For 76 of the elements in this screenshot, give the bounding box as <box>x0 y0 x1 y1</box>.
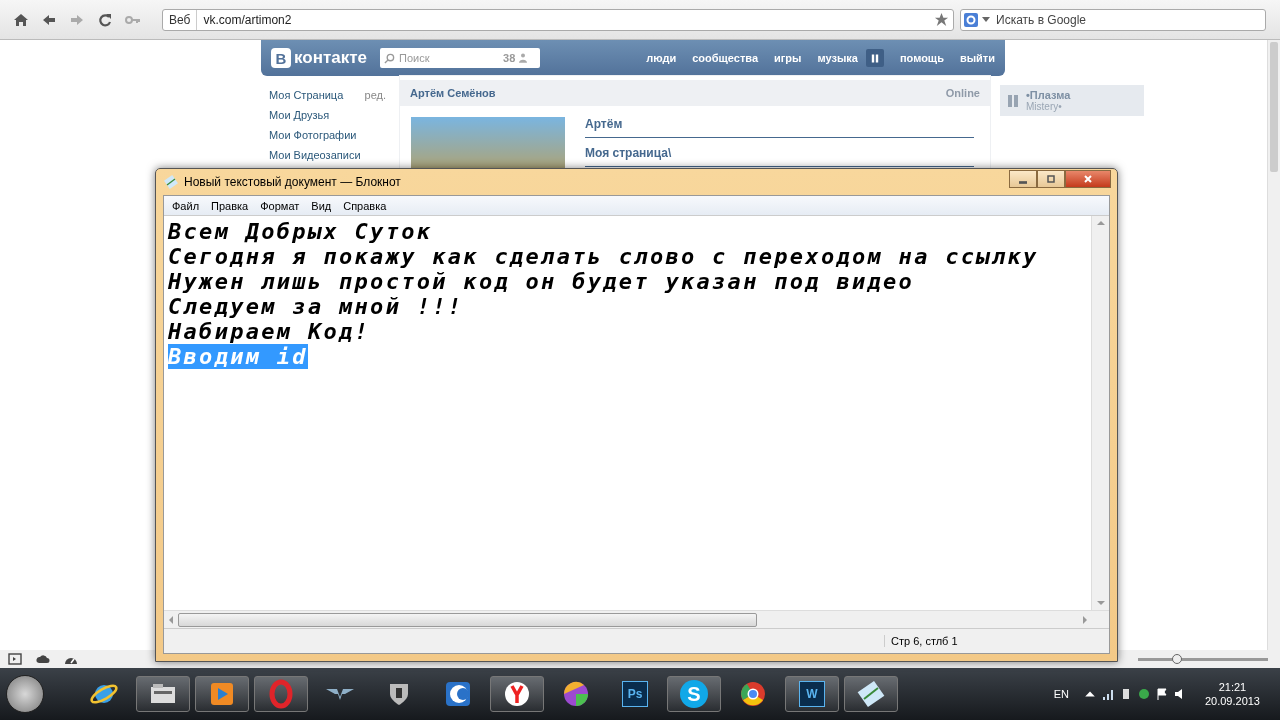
app-round-icon: S <box>680 680 708 708</box>
zoom-slider[interactable] <box>1138 657 1268 661</box>
taskbar-button[interactable]: W <box>785 676 839 712</box>
sidebar-link[interactable]: Мои Друзья <box>269 109 330 121</box>
caret-icon[interactable] <box>982 16 990 23</box>
profile-field: Моя страница\ <box>585 146 974 167</box>
network-status-icon[interactable] <box>1137 688 1150 700</box>
person-icon <box>519 53 528 63</box>
status-text: Стр 6, стлб 1 <box>884 635 958 647</box>
app-tile-icon: Ps <box>622 681 648 707</box>
text-line: Набираем Код! <box>168 319 371 344</box>
minimize-button[interactable] <box>1009 170 1037 188</box>
pause-button[interactable] <box>865 49 884 67</box>
page-scrollbar[interactable] <box>1267 40 1280 650</box>
panel-icon[interactable] <box>8 653 22 665</box>
language-indicator[interactable]: EN <box>1053 688 1069 700</box>
minimize-icon <box>1019 180 1027 184</box>
taskbar-button[interactable] <box>844 676 898 712</box>
search-input[interactable]: Искать в Google <box>996 12 1196 27</box>
maximize-icon <box>1046 174 1056 184</box>
nav-link[interactable]: выйти <box>959 52 995 64</box>
nav-link[interactable]: сообщества <box>692 52 758 64</box>
cloud-icon[interactable] <box>36 653 50 665</box>
search-field[interactable]: Искать в Google <box>960 8 1266 31</box>
search-icon <box>384 52 395 64</box>
logo-text[interactable]: контакте <box>294 48 367 68</box>
track-artist: Mistery• <box>1026 101 1063 112</box>
text-line: Сегодня я покажу как сделать слово с переходом на ссылку <box>168 244 1039 269</box>
sidebar-link[interactable]: Мои Фотографии <box>269 129 357 141</box>
close-icon <box>1083 174 1093 184</box>
maximize-button[interactable] <box>1037 170 1065 188</box>
crescent-icon <box>443 679 473 709</box>
profile-name: Артём Семёнов <box>410 87 496 99</box>
nav-link[interactable]: помощь <box>899 52 944 64</box>
nav-link[interactable]: игры <box>774 52 802 64</box>
menu-item[interactable]: Вид <box>305 199 338 212</box>
reload-icon[interactable] <box>97 11 113 28</box>
wings-icon <box>326 688 354 700</box>
sidebar-link[interactable]: Моя Страница <box>269 89 344 101</box>
close-button[interactable] <box>1065 170 1111 188</box>
app-tile-icon: W <box>799 681 825 707</box>
ball-icon <box>561 679 591 709</box>
nav-link[interactable]: люди <box>646 52 677 64</box>
menu-item[interactable]: Справка <box>337 199 393 212</box>
clock-date[interactable]: 20.09.2013 <box>1204 694 1260 708</box>
taskbar-button[interactable]: Ps <box>608 676 662 712</box>
track-title: •Плазма <box>1026 89 1071 101</box>
address-badge: Веб <box>163 9 198 30</box>
search-engine-icon[interactable] <box>964 12 978 27</box>
url-text: vk.com/artimon2 <box>202 12 293 27</box>
star-icon[interactable] <box>934 12 949 27</box>
address-field[interactable]: Веб vk.com/artimon2 <box>162 8 954 31</box>
online-status: Online <box>945 87 980 99</box>
sidebar-link[interactable]: Мои Видеозаписи <box>269 149 361 161</box>
flag-icon[interactable] <box>1155 688 1168 700</box>
menu-item[interactable]: Формат <box>254 199 306 212</box>
text-line: Следуем за мной !!! <box>168 294 464 319</box>
pause-icon <box>870 53 879 63</box>
wheel-icon <box>738 679 768 709</box>
home-icon[interactable] <box>13 11 29 28</box>
menu-item[interactable]: Правка <box>205 199 255 212</box>
circle-icon <box>502 679 532 709</box>
edit-link[interactable]: ред. <box>364 89 386 101</box>
text-line: Всем Добрых Суток <box>168 219 433 244</box>
menu-item[interactable]: Файл <box>166 199 206 212</box>
taskbar-button[interactable] <box>490 676 544 712</box>
clock-time[interactable]: 21:21 <box>1218 680 1247 694</box>
nav-link[interactable]: музыка <box>817 52 858 64</box>
profile-field: Артём <box>585 117 974 138</box>
signal-bars-icon[interactable] <box>1101 688 1114 700</box>
online-count: 38 <box>503 52 516 64</box>
text-line: Нужен лишь простой код он будет указан под видео <box>168 269 915 294</box>
start-button[interactable] <box>6 675 44 713</box>
taskbar-button[interactable] <box>136 676 190 712</box>
logo-letter[interactable]: В <box>271 48 291 68</box>
window-title: Новый текстовый документ — Блокнот <box>184 175 401 189</box>
